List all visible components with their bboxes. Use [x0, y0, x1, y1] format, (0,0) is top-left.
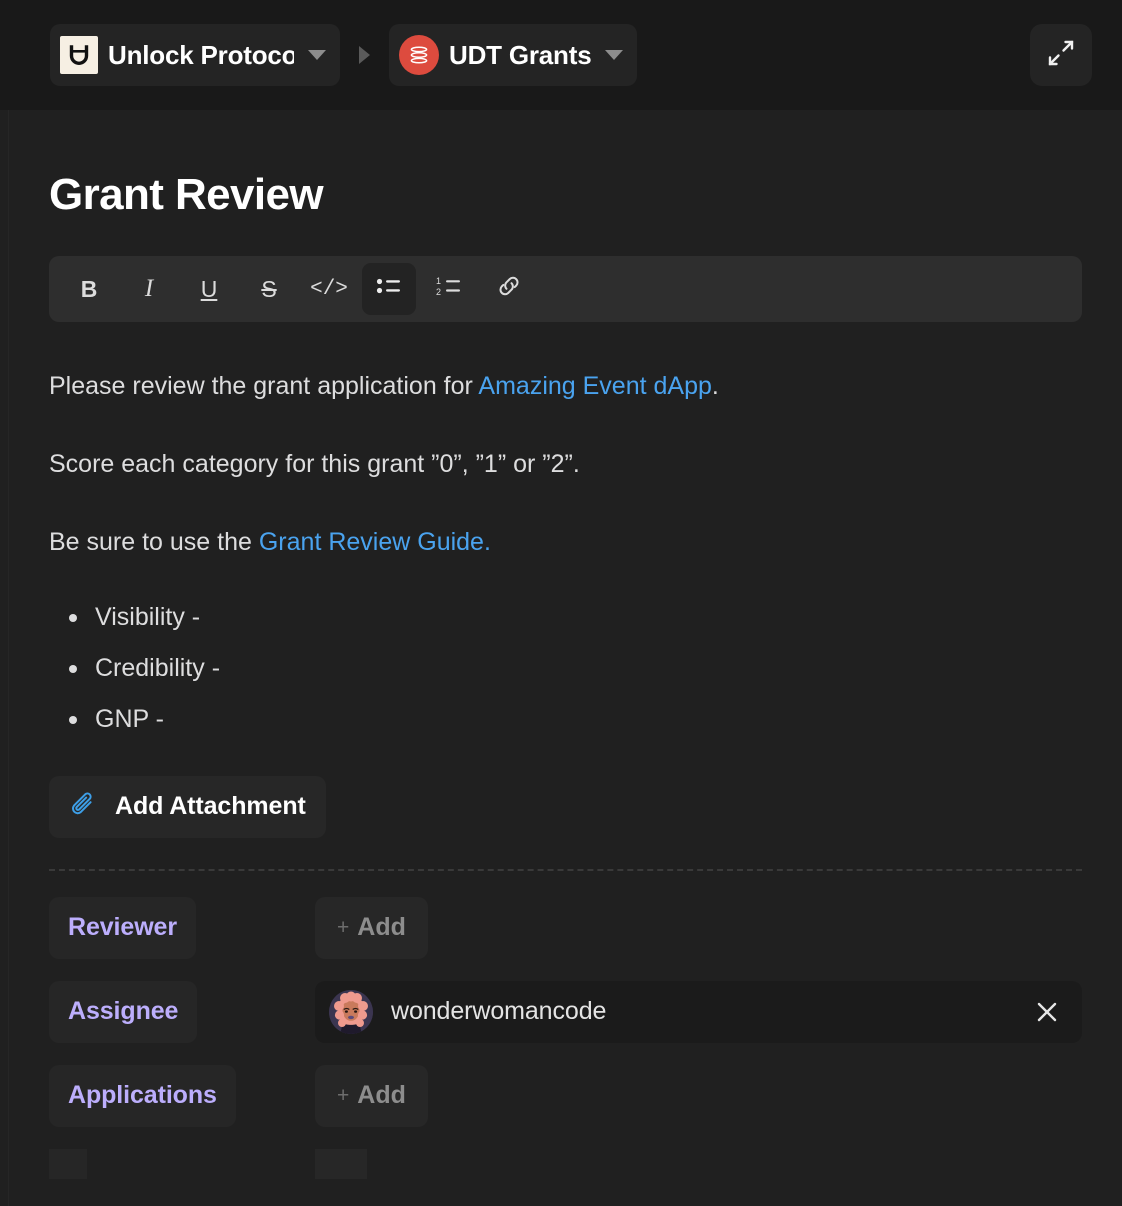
paragraph-guide: Be sure to use the Grant Review Guide.: [49, 526, 1082, 560]
expand-button[interactable]: [1030, 24, 1092, 86]
main-content: Grant Review B I U S </> 1 2 Please revi…: [9, 110, 1122, 1206]
properties-list: Reviewer + Add Assignee wonderwomancode …: [49, 896, 1082, 1179]
strikethrough-icon: S: [261, 275, 277, 302]
unlock-protocol-logo-icon: [60, 36, 98, 74]
avatar: [329, 989, 373, 1034]
list-item: Credibility -: [69, 654, 1082, 683]
panel-left-edge: [0, 0, 9, 1206]
add-applications-button[interactable]: + Add: [315, 1064, 428, 1127]
add-reviewer-button[interactable]: + Add: [315, 896, 428, 959]
list-item: Visibility -: [69, 603, 1082, 632]
panel-left-edge-top: [0, 0, 9, 110]
paperclip-icon: [69, 789, 99, 824]
add-attachment-button[interactable]: Add Attachment: [49, 775, 326, 838]
property-value-assignee: wonderwomancode: [315, 980, 1082, 1043]
svg-text:1: 1: [436, 276, 441, 286]
add-reviewer-label: Add: [357, 913, 406, 941]
toolbar-link-button[interactable]: [482, 263, 536, 315]
property-key-applications[interactable]: Applications: [49, 1064, 236, 1127]
toolbar-numbered-list-button[interactable]: 1 2: [422, 263, 476, 315]
breadcrumb-item-workspace[interactable]: Unlock Protocol: [50, 24, 340, 86]
close-icon[interactable]: [1030, 995, 1064, 1029]
link-amazing-event-dapp[interactable]: Amazing Event dApp: [478, 372, 711, 400]
add-partial-button[interactable]: [315, 1148, 367, 1179]
plus-icon: +: [337, 915, 350, 939]
svg-text:2: 2: [436, 287, 441, 297]
toolbar-code-button[interactable]: </>: [302, 263, 356, 315]
plus-icon: +: [337, 1083, 350, 1107]
caret-right-icon: [359, 46, 370, 64]
assignee-user-chip[interactable]: wonderwomancode: [315, 980, 1082, 1043]
toolbar-bold-button[interactable]: B: [62, 263, 116, 315]
add-attachment-label: Add Attachment: [115, 792, 306, 820]
paragraph-3-before: Be sure to use the: [49, 527, 259, 556]
chevron-down-icon[interactable]: [605, 50, 624, 60]
paragraph-scoring: Score each category for this grant ”0”, …: [49, 449, 580, 478]
toolbar-strikethrough-button[interactable]: S: [242, 263, 296, 315]
topbar: Unlock Protocol UDT Grants: [9, 0, 1122, 110]
chevron-down-icon[interactable]: [308, 50, 326, 60]
property-row-applications: Applications + Add: [49, 1064, 1082, 1127]
toolbar-bulleted-list-button[interactable]: [362, 263, 416, 315]
paragraph-1-after: .: [711, 372, 719, 400]
page-title: Grant Review: [49, 170, 324, 219]
property-value-partial: [315, 1148, 1082, 1179]
expand-diagonal-icon: [1046, 38, 1076, 73]
toolbar-underline-button[interactable]: U: [182, 263, 236, 315]
property-key-assignee[interactable]: Assignee: [49, 980, 198, 1043]
add-applications-label: Add: [357, 1081, 406, 1109]
numbered-list-icon: 1 2: [436, 275, 462, 303]
editor-toolbar: B I U S </> 1 2: [49, 256, 1082, 322]
assignee-name: wonderwomancode: [391, 997, 607, 1025]
list-item: GNP -: [69, 705, 1082, 734]
property-row-assignee: Assignee wonderwomancode: [49, 980, 1082, 1043]
property-row-reviewer: Reviewer + Add: [49, 896, 1082, 959]
property-key-partial[interactable]: [49, 1148, 87, 1179]
bullet-list-icon: [376, 275, 402, 303]
breadcrumb-workspace-label: Unlock Protocol: [108, 39, 294, 70]
breadcrumb-project-label: UDT Grants: [449, 39, 592, 70]
code-icon: </>: [310, 277, 348, 301]
link-grant-review-guide[interactable]: Grant Review Guide.: [259, 528, 491, 556]
italic-icon: I: [144, 275, 154, 302]
property-key-reviewer[interactable]: Reviewer: [49, 896, 196, 959]
udt-grants-logo-icon: [399, 35, 439, 75]
property-value-reviewer: + Add: [315, 896, 1082, 959]
toolbar-italic-button[interactable]: I: [122, 263, 176, 315]
property-value-applications: + Add: [315, 1064, 1082, 1127]
property-row-partial: [49, 1148, 1082, 1179]
underline-icon: U: [200, 275, 218, 302]
section-divider: [49, 868, 1082, 871]
paragraph-review-request: Please review the grant application for …: [49, 370, 1082, 404]
bold-icon: B: [80, 275, 98, 302]
paragraph-1-before: Please review the grant application for: [49, 372, 479, 400]
breadcrumb-item-project[interactable]: UDT Grants: [389, 24, 638, 86]
link-icon: [496, 274, 522, 304]
criteria-list: Visibility - Credibility - GNP -: [49, 603, 1082, 733]
